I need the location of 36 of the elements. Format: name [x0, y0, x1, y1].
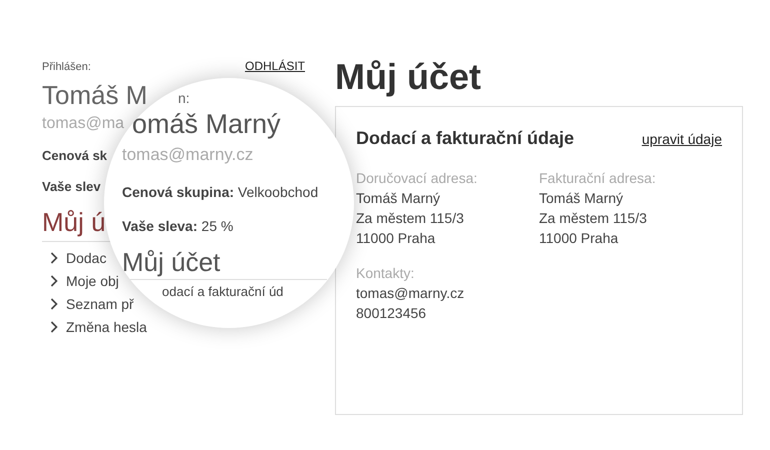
section-title: Můj účet	[122, 246, 220, 276]
contact-line: tomas@marny.cz	[356, 284, 464, 303]
discount-text: Vaše sleva: 25 %	[122, 216, 234, 236]
address-label: Doručovací adresa:	[356, 169, 478, 188]
address-line: 11000 Praha	[356, 229, 436, 248]
menu-link[interactable]: Změna hesla	[50, 318, 147, 336]
chevron-right-icon	[50, 320, 58, 332]
address-line: 11000 Praha	[539, 229, 618, 248]
address-line: Za městem 115/3	[539, 209, 647, 228]
card-title: Dodací a fakturační údaje	[356, 127, 574, 150]
logged-in-label: n:	[178, 90, 190, 106]
address-line: Tomáš Marný	[539, 189, 624, 208]
user-name: Tomáš M	[42, 80, 148, 110]
logged-in-label: Přihlášen:	[42, 60, 91, 75]
menu-link[interactable]: Seznam př	[50, 294, 134, 312]
logout-link[interactable]: ODHLÁSIT	[244, 57, 305, 75]
user-email: tomas@ma	[42, 114, 124, 134]
price-group-label: Cenová sk	[42, 146, 108, 164]
user-name: omáš Marný	[132, 108, 281, 140]
contacts-label: Kontakty:	[356, 264, 414, 283]
menu-link[interactable]: Moje obj	[50, 272, 119, 290]
discount-label: Vaše slev	[42, 178, 101, 196]
contact-line: 800123456	[356, 304, 426, 323]
menu-link[interactable]: odací a fakturační úd	[162, 284, 284, 300]
address-label: Fakturační adresa:	[539, 169, 656, 188]
price-group-text: Cenová skupina: Velkoobchod	[122, 182, 318, 202]
page-title: Můj účet	[335, 57, 482, 97]
address-line: Tomáš Marný	[356, 189, 440, 208]
chevron-right-icon	[50, 274, 58, 286]
address-line: Za městem 115/3	[356, 209, 464, 228]
section-title: Můj ú	[42, 206, 106, 236]
edit-link[interactable]: upravit údaje	[642, 129, 722, 150]
user-email: tomas@marny.cz	[122, 144, 254, 166]
chevron-right-icon	[50, 252, 58, 264]
chevron-right-icon	[50, 298, 58, 310]
menu-link[interactable]: Dodac	[50, 248, 106, 266]
